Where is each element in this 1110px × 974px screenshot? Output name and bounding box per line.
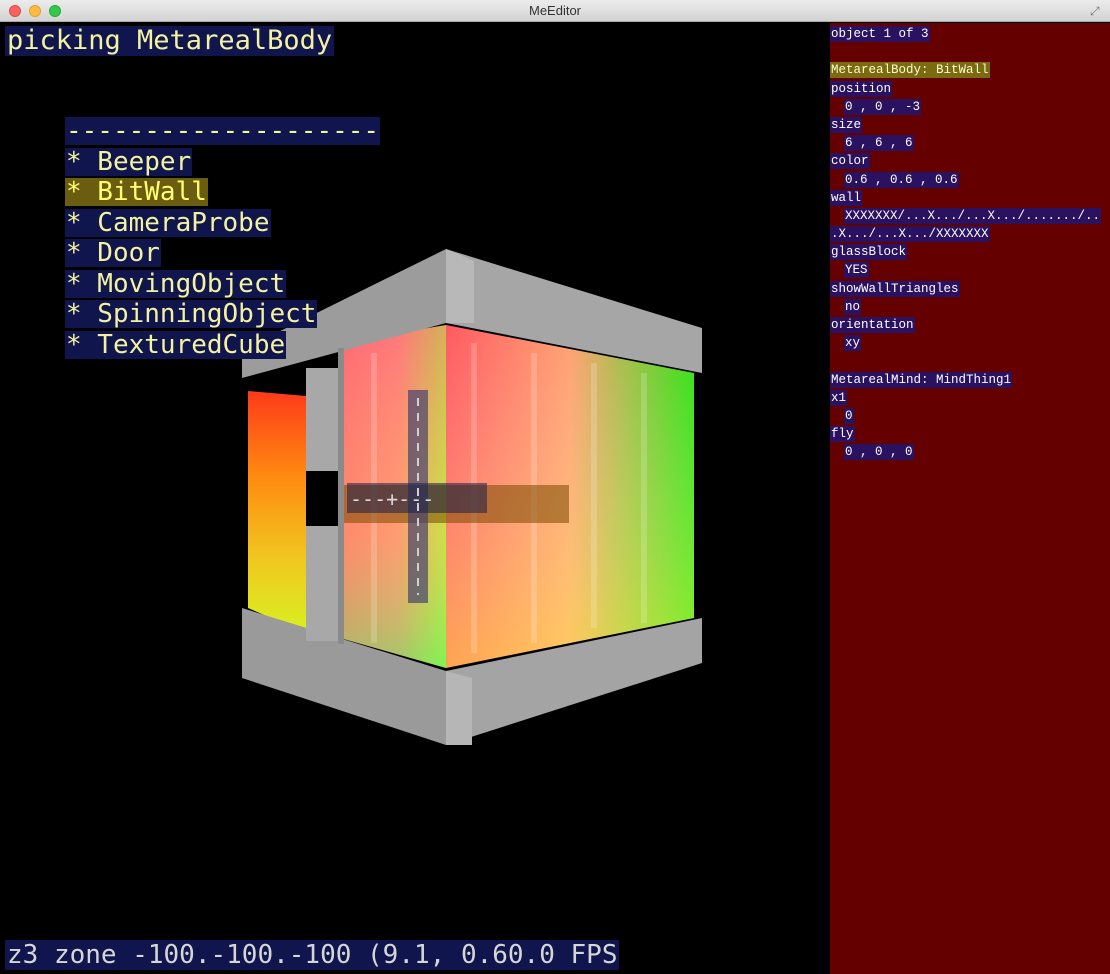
field-value-wall-continued[interactable]: .X.../...X.../XXXXXXX	[830, 226, 990, 243]
field-value-color[interactable]: 0.6 , 0.6 , 0.6	[844, 171, 959, 188]
fullscreen-icon[interactable]: ⤢	[1090, 4, 1104, 18]
title-bar[interactable]: MeEditor ⤢	[0, 0, 1110, 22]
field-value-x1[interactable]: 0	[844, 407, 854, 424]
field-label-x1: x1	[830, 389, 848, 406]
3d-viewport[interactable]: ---+--- picking MetarealBody -----------…	[4, 23, 830, 970]
menu-item-beeper[interactable]: * Beeper	[65, 147, 193, 176]
menu-item-texturedcube[interactable]: * TexturedCube	[65, 330, 287, 359]
menu-item-door[interactable]: * Door	[65, 239, 161, 267]
field-value-orientation[interactable]: xy	[844, 335, 862, 352]
object-type-menu: -------------------- * Beeper * BitWall …	[65, 116, 381, 361]
app-window: MeEditor ⤢ ---+--- picking MetarealBody …	[0, 0, 1110, 974]
crosshair-icon: ---+---	[350, 487, 434, 511]
field-label-color: color	[830, 153, 870, 170]
menu-item-movingobject[interactable]: * MovingObject	[65, 269, 287, 298]
menu-item-cameraprobe[interactable]: * CameraProbe	[65, 208, 271, 237]
body-title[interactable]: MetarealBody: BitWall	[830, 62, 990, 79]
field-value-fly[interactable]: 0 , 0 , 0	[844, 444, 914, 461]
field-label-position: position	[830, 80, 893, 97]
field-value-position[interactable]: 0 , 0 , -3	[844, 98, 922, 115]
field-label-fly: fly	[830, 426, 855, 443]
menu-separator: --------------------	[65, 116, 381, 146]
field-label-showwalltriangles: showWallTriangles	[830, 280, 960, 297]
inspector-panel: object 1 of 3 MetarealBody: BitWall posi…	[830, 23, 1110, 974]
field-value-size[interactable]: 6 , 6 , 6	[844, 135, 914, 152]
object-counter: object 1 of 3	[830, 26, 930, 42]
mode-label: picking MetarealBody	[5, 25, 335, 56]
field-value-glassblock[interactable]: YES	[844, 262, 869, 279]
field-label-wall: wall	[830, 189, 863, 206]
field-label-orientation: orientation	[830, 317, 915, 333]
menu-item-spinningobject[interactable]: * SpinningObject	[65, 300, 318, 328]
field-value-wall[interactable]: XXXXXXX/...X.../...X.../......./..	[844, 207, 1102, 224]
field-label-glassblock: glassBlock	[830, 244, 908, 261]
field-label-size: size	[830, 116, 863, 133]
field-value-showwalltriangles[interactable]: no	[844, 298, 862, 315]
status-bar: z3 zone -100.-100.-100 (9.1, 0.60.0 FPS	[5, 940, 620, 970]
window-title: MeEditor	[528, 3, 582, 18]
menu-item-bitwall[interactable]: * BitWall	[65, 178, 208, 206]
mind-title[interactable]: MetarealMind: MindThing1	[830, 371, 1013, 388]
